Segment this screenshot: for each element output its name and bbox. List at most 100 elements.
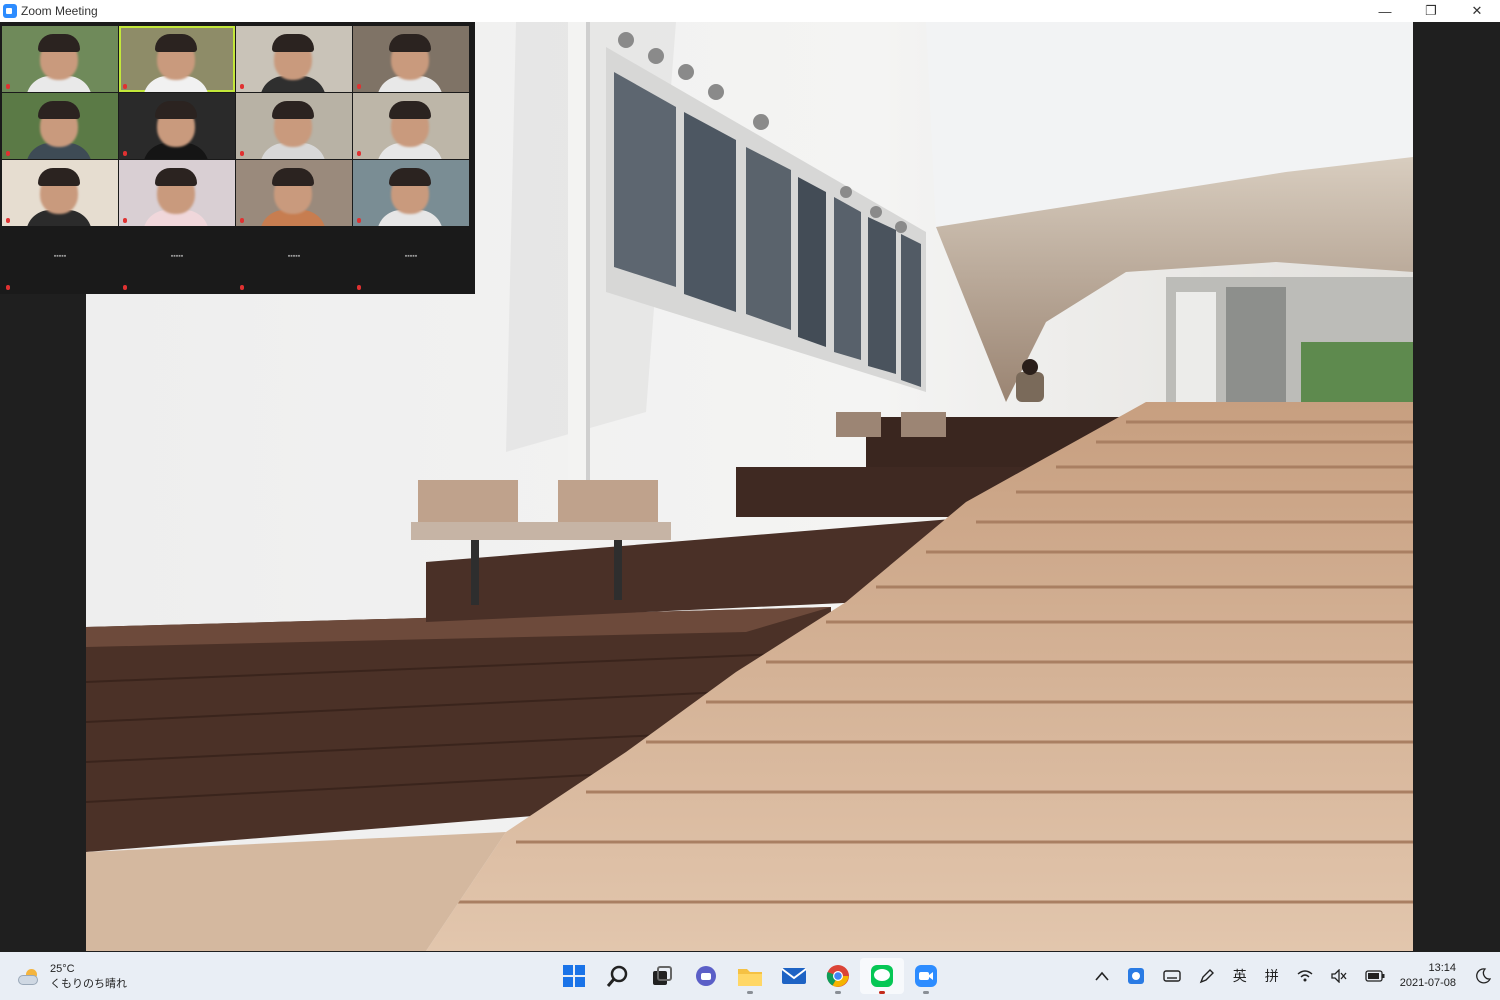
running-indicator (747, 991, 753, 994)
taskbar: 25°C くもりのち晴れ 英 拼 13:14 2021-07-08 (0, 952, 1500, 1000)
mic-muted-icon (6, 151, 10, 156)
participant-hair (389, 101, 431, 119)
mic-muted-icon (123, 151, 127, 156)
participant-video-tile[interactable] (2, 160, 118, 226)
participant-hair (389, 168, 431, 186)
wifi-glyph-icon (1297, 970, 1313, 982)
chevron-up-icon (1095, 971, 1109, 981)
zoom-icon (915, 965, 937, 987)
line-icon (871, 965, 893, 987)
participant-video-tile[interactable] (353, 26, 469, 92)
chat-button[interactable] (684, 958, 728, 994)
pen-glyph-icon (1199, 969, 1214, 984)
clock-date: 2021-07-08 (1399, 977, 1456, 989)
mic-muted-icon (357, 285, 361, 290)
participant-hair (272, 101, 314, 119)
ime-mode-indicator[interactable]: 英 (1233, 966, 1247, 986)
mic-muted-icon (357, 151, 361, 156)
system-tray: 英 拼 13:14 2021-07-08 (1086, 952, 1500, 1000)
tray-app-icon[interactable] (1127, 967, 1145, 985)
line-button[interactable] (860, 958, 904, 994)
ime-name-indicator[interactable]: 拼 (1265, 966, 1279, 986)
search-button[interactable] (596, 958, 640, 994)
participant-video-tile[interactable] (236, 26, 352, 92)
restore-button[interactable]: ❐ (1408, 0, 1454, 22)
participant-video-tile[interactable] (2, 93, 118, 159)
mail-button[interactable] (772, 958, 816, 994)
speaker-glyph-icon (1331, 969, 1347, 983)
close-button[interactable]: ✕ (1454, 0, 1500, 22)
show-hidden-icons-chevron[interactable] (1095, 971, 1109, 981)
participant-video-tile[interactable] (353, 160, 469, 226)
participant-video-tile[interactable] (236, 93, 352, 159)
chrome-button[interactable] (816, 958, 860, 994)
running-indicator (879, 991, 885, 994)
participant-name: ▪▪▪▪▪ (53, 253, 67, 260)
participant-name: ▪▪▪▪▪ (170, 253, 184, 260)
search-icon (606, 965, 628, 987)
window-title: Zoom Meeting (21, 4, 98, 18)
participant-name-tile[interactable]: ▪▪▪▪▪ (236, 227, 352, 293)
participant-video-tile[interactable] (353, 93, 469, 159)
weather-condition: くもりのち晴れ (50, 978, 127, 990)
system-clock[interactable]: 13:14 2021-07-08 (1400, 961, 1456, 991)
participant-video-tile[interactable] (236, 160, 352, 226)
participant-hair (155, 168, 197, 186)
focus-assist-icon[interactable] (1475, 968, 1491, 984)
mic-muted-icon (240, 218, 244, 223)
wifi-icon[interactable] (1297, 969, 1313, 983)
mic-muted-icon (6, 285, 10, 290)
participant-hair (272, 34, 314, 52)
partly-cloudy-icon (18, 969, 40, 985)
mic-muted-icon (123, 84, 127, 89)
keyboard-icon[interactable] (1163, 969, 1181, 983)
battery-icon[interactable] (1365, 970, 1385, 982)
chat-icon (696, 966, 716, 986)
participant-video-tile[interactable] (119, 26, 235, 92)
taskbar-apps (552, 958, 948, 994)
participant-name-tile[interactable]: ▪▪▪▪▪ (353, 227, 469, 293)
file-explorer-button[interactable] (728, 958, 772, 994)
folder-icon (738, 969, 762, 986)
participant-hair (38, 168, 80, 186)
mic-muted-icon (123, 218, 127, 223)
mic-muted-icon (6, 218, 10, 223)
zoom-logo-icon (3, 4, 17, 18)
chrome-icon (826, 965, 849, 987)
participant-name: ▪▪▪▪▪ (287, 253, 301, 260)
participant-video-tile[interactable] (2, 26, 118, 92)
participant-hair (38, 101, 80, 119)
minimize-button[interactable]: — (1362, 0, 1408, 22)
window-controls: — ❐ ✕ (1362, 0, 1500, 22)
mail-icon (781, 968, 807, 984)
moon-icon (1476, 968, 1491, 984)
volume-muted-icon[interactable] (1331, 969, 1347, 983)
mic-muted-icon (6, 84, 10, 89)
keyboard-glyph-icon (1163, 970, 1181, 982)
meeting-area: ▪▪▪▪▪ ▪▪▪▪▪ ▪▪▪▪▪ ▪▪▪▪▪ (0, 22, 1500, 952)
participant-video-tile[interactable] (119, 93, 235, 159)
pen-icon[interactable] (1199, 968, 1215, 984)
zoom-button[interactable] (904, 958, 948, 994)
participant-video-tile[interactable] (119, 160, 235, 226)
participant-name-tile[interactable]: ▪▪▪▪▪ (2, 227, 118, 293)
participant-name: ▪▪▪▪▪ (404, 253, 418, 260)
participant-hair (272, 168, 314, 186)
running-indicator (923, 991, 929, 994)
participant-name-tile[interactable]: ▪▪▪▪▪ (119, 227, 235, 293)
participant-hair (38, 34, 80, 52)
windows-icon (563, 965, 585, 987)
mic-muted-icon (240, 285, 244, 290)
participant-hair (155, 101, 197, 119)
gallery-view-panel: ▪▪▪▪▪ ▪▪▪▪▪ ▪▪▪▪▪ ▪▪▪▪▪ (0, 22, 475, 294)
mic-muted-icon (240, 84, 244, 89)
tray-app-icon-glyph (1127, 968, 1144, 984)
start-button[interactable] (552, 958, 596, 994)
clock-time: 13:14 (1428, 962, 1456, 974)
task-view-button[interactable] (640, 958, 684, 994)
mic-muted-icon (357, 218, 361, 223)
weather-widget[interactable]: 25°C くもりのち晴れ (18, 962, 127, 992)
mic-muted-icon (240, 151, 244, 156)
battery-glyph-icon (1365, 970, 1385, 982)
running-indicator (835, 991, 841, 994)
